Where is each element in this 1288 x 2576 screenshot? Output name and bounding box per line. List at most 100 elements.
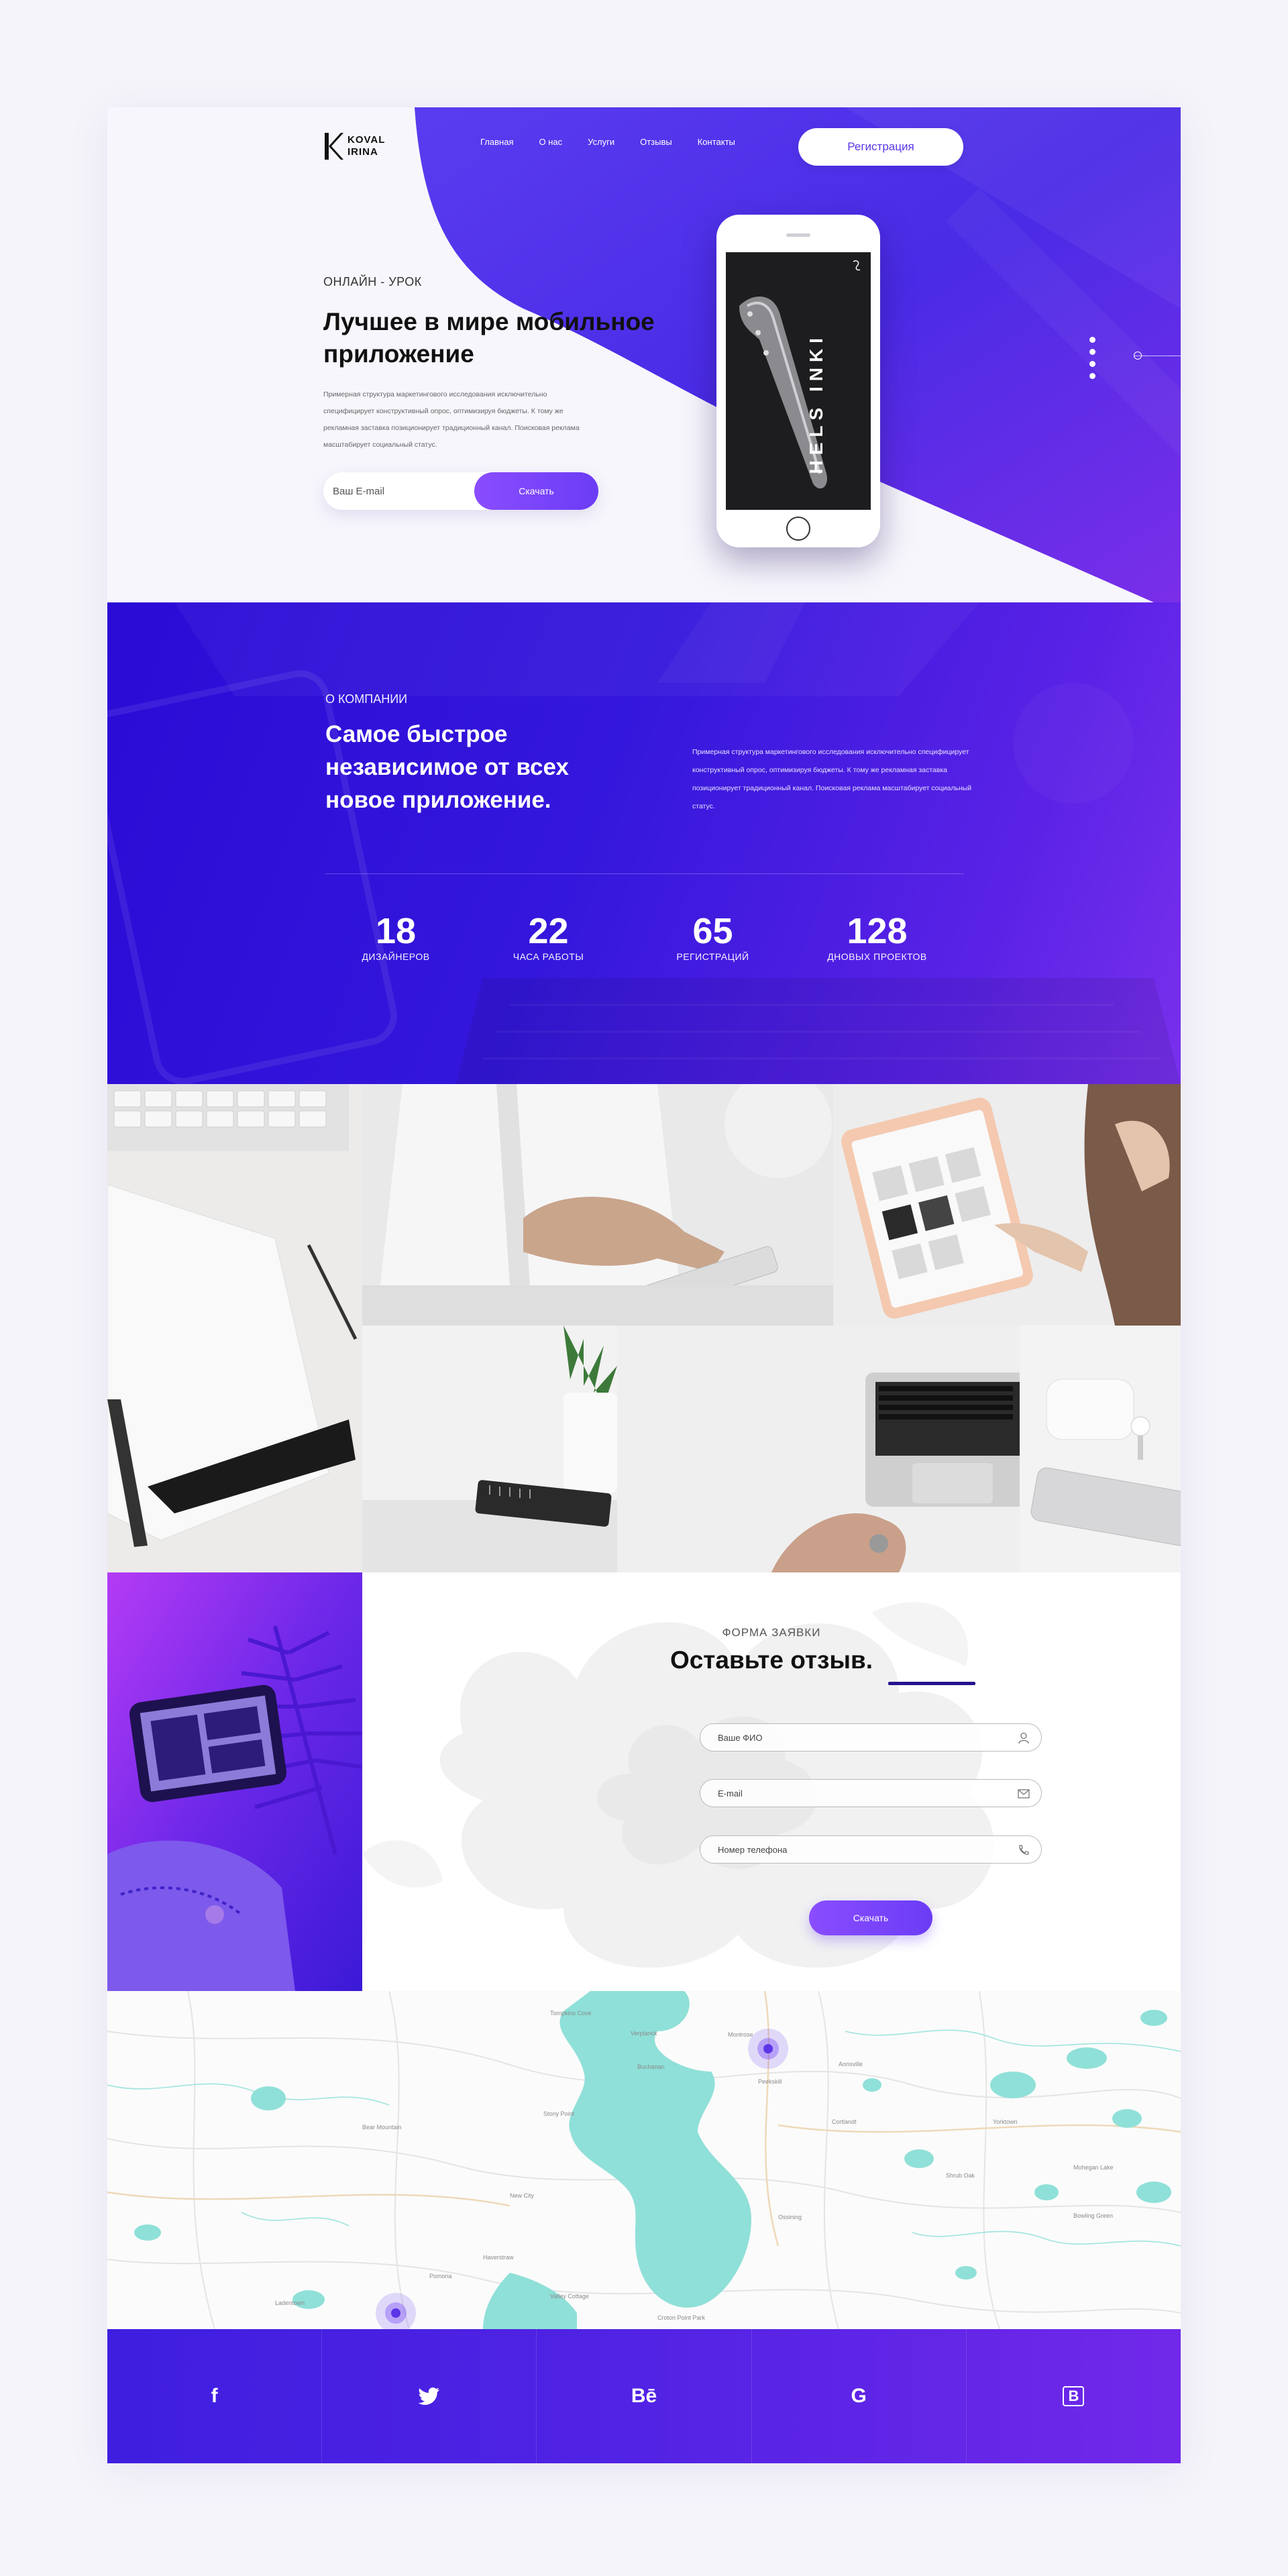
stat-label: ДИЗАЙНЕРОВ — [362, 951, 430, 962]
map-label: Buchanan — [637, 2063, 665, 2070]
map-label: Verplanck — [631, 2030, 657, 2037]
map-label: Yorktown — [993, 2118, 1018, 2125]
nav-item-home[interactable]: Главная — [480, 137, 513, 147]
purple-tablet-photo — [107, 1572, 362, 1991]
email-field[interactable] — [700, 1779, 1042, 1807]
phone-mockup: HELS INKI — [716, 215, 880, 547]
google-link[interactable]: G — [752, 2329, 967, 2463]
map-label: Peekskill — [758, 2078, 782, 2085]
landing-page: KOVAL IRINA Главная О нас Услуги Отзывы … — [107, 107, 1181, 2463]
user-icon — [1018, 1732, 1029, 1744]
airpods-image — [1020, 1326, 1181, 1572]
stat-label: ДНОВЫХ ПРОЕКТОВ — [827, 951, 927, 962]
gallery-photo-airpods[interactable] — [1020, 1326, 1181, 1572]
hero-kicker: ОНЛАЙН - УРОК — [323, 275, 422, 288]
download-button[interactable]: Скачать — [474, 472, 598, 510]
gallery-photo-notebook[interactable] — [107, 1084, 362, 1572]
slider-dot-2[interactable] — [1089, 349, 1095, 355]
plant-image — [362, 1326, 617, 1572]
vk-link[interactable]: В — [967, 2329, 1181, 2463]
name-input[interactable] — [718, 1724, 1000, 1751]
slider-dots — [1089, 337, 1095, 379]
stat-value: 65 — [692, 911, 733, 951]
nav-item-services[interactable]: Услуги — [588, 137, 614, 147]
location-map[interactable]: Tompkins Cove Verplanck Montrose Buchana… — [107, 1991, 1181, 2329]
nav-item-about[interactable]: О нас — [539, 137, 562, 147]
map-label: Mohegan Lake — [1073, 2164, 1114, 2171]
gallery-photo-phone-hand[interactable] — [362, 1084, 833, 1326]
map-label: Bear Mountain — [362, 2124, 402, 2131]
phone-icon — [1019, 1845, 1029, 1855]
map-label: Pomona — [429, 2273, 452, 2279]
stat-value: 22 — [528, 911, 569, 951]
map-label: Stony Point — [543, 2110, 575, 2117]
subscribe-form: Скачать — [323, 472, 598, 510]
behance-icon: Bē — [631, 2385, 657, 2407]
tablet-image — [833, 1084, 1181, 1326]
hero-title: Лучшее в мире мобильное приложение — [323, 308, 655, 368]
stat-hours: 22 ЧАСА РАБОТЫ — [466, 911, 631, 962]
photo-gallery — [107, 1084, 1181, 1572]
phone-home-button — [786, 517, 810, 541]
email-input[interactable] — [718, 1780, 1000, 1807]
map-label: Tompkins Cove — [550, 2010, 592, 2017]
twitter-link[interactable] — [322, 2329, 537, 2463]
phone-hand-image — [362, 1084, 833, 1326]
stat-designers: 18 ДИЗАЙНЕРОВ — [325, 911, 466, 962]
about-laptop-background — [107, 602, 1181, 1084]
map-label: Ossining — [778, 2214, 802, 2220]
map-label: Shrub Oak — [946, 2172, 975, 2179]
about-section: О КОМПАНИИ Самое быстрое независимое от … — [107, 602, 1181, 1084]
stat-value: 128 — [847, 911, 908, 951]
map-label: Croton Point Park — [657, 2314, 706, 2321]
gallery-photo-tablet[interactable] — [833, 1084, 1181, 1326]
stat-label: ЧАСА РАБОТЫ — [513, 951, 584, 962]
phone-field[interactable] — [700, 1835, 1042, 1864]
facebook-link[interactable]: f — [107, 2329, 323, 2463]
brand-logo[interactable]: KOVAL IRINA — [323, 131, 385, 161]
about-kicker: О КОМПАНИИ — [325, 692, 408, 706]
gallery-photo-plant[interactable] — [362, 1326, 617, 1572]
title-underline — [888, 1682, 975, 1685]
email-input[interactable] — [333, 472, 467, 510]
laptop-image — [617, 1326, 1020, 1572]
nav-item-reviews[interactable]: Отзывы — [640, 137, 672, 147]
about-description: Примерная структура маркетингового иссле… — [692, 748, 972, 810]
map-label: Bowling Green — [1073, 2212, 1114, 2219]
slider-dot-1[interactable] — [1089, 337, 1095, 343]
phone-speaker — [786, 233, 810, 237]
phone-input[interactable] — [718, 1836, 1000, 1863]
hero-section: KOVAL IRINA Главная О нас Услуги Отзывы … — [107, 107, 1181, 602]
register-button[interactable]: Регистрация — [798, 128, 963, 166]
slider-ring[interactable] — [1134, 352, 1142, 360]
about-title: Самое быстрое независимое от всех новое … — [325, 721, 569, 813]
phone-screen: HELS INKI — [726, 252, 871, 510]
nav-item-contacts[interactable]: Контакты — [698, 137, 735, 147]
map-label: Valley Cottage — [550, 2293, 589, 2300]
behance-link[interactable]: Bē — [537, 2329, 752, 2463]
form-kicker: ФОРМА ЗАЯВКИ — [722, 1626, 821, 1639]
envelope-icon — [1018, 1789, 1030, 1799]
map-label: New City — [510, 2192, 535, 2199]
form-title: Оставьте отзыв. — [669, 1646, 873, 1674]
slider-dot-3[interactable] — [1089, 361, 1095, 367]
name-field[interactable] — [700, 1723, 1042, 1752]
hero-description: Примерная структура маркетингового иссле… — [323, 390, 580, 449]
phone-screen-title: HELS INKI — [806, 333, 826, 474]
map-label: Annsville — [839, 2061, 863, 2068]
google-icon: G — [851, 2385, 867, 2407]
map-label: Haverstraw — [483, 2254, 514, 2261]
main-nav: Главная О нас Услуги Отзывы Контакты — [480, 137, 735, 147]
map-label: Ladentown — [275, 2300, 305, 2306]
slider-dot-4[interactable] — [1089, 373, 1095, 379]
facebook-icon: f — [211, 2385, 218, 2407]
notebook-image — [107, 1084, 362, 1572]
gallery-photo-laptop[interactable] — [617, 1326, 1020, 1572]
map-marker-1 — [748, 2029, 788, 2069]
submit-button[interactable]: Скачать — [809, 1900, 932, 1935]
stat-label: РЕГИСТРАЦИЙ — [676, 951, 749, 962]
about-divider — [325, 873, 964, 874]
stat-value: 18 — [375, 911, 417, 951]
stat-projects: 128 ДНОВЫХ ПРОЕКТОВ — [795, 911, 959, 962]
logo-k-icon — [325, 133, 343, 160]
